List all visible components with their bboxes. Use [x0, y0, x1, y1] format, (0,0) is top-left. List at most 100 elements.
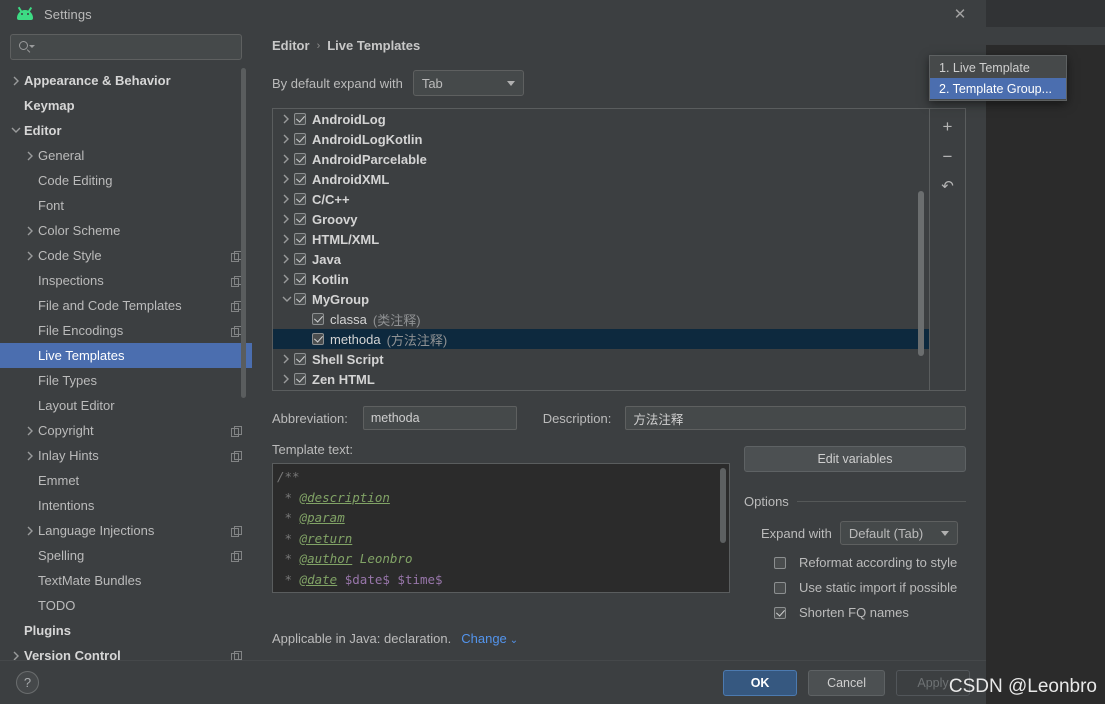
- chevron-right-icon[interactable]: [279, 374, 294, 384]
- template-checkbox[interactable]: [294, 373, 306, 385]
- chevron-right-icon[interactable]: [279, 234, 294, 244]
- chevron-right-icon[interactable]: [279, 194, 294, 204]
- checkbox[interactable]: [774, 556, 786, 569]
- sidebar-item-todo[interactable]: TODO: [0, 593, 252, 618]
- template-checkbox[interactable]: [294, 293, 306, 305]
- sidebar-item-keymap[interactable]: Keymap: [0, 93, 252, 118]
- chevron-down-icon[interactable]: [279, 296, 294, 303]
- sidebar-item-live-templates[interactable]: Live Templates: [0, 343, 252, 368]
- sidebar-item-inlay-hints[interactable]: Inlay Hints: [0, 443, 252, 468]
- template-row-c-c[interactable]: C/C++: [273, 189, 929, 209]
- breadcrumb-parent[interactable]: Editor: [272, 38, 310, 53]
- abbreviation-input[interactable]: methoda: [362, 406, 517, 430]
- close-icon[interactable]: ✕: [950, 4, 970, 24]
- ok-button[interactable]: OK: [723, 669, 798, 696]
- template-checkbox[interactable]: [294, 113, 306, 125]
- template-row-androidlog[interactable]: AndroidLog: [273, 109, 929, 129]
- search-field[interactable]: [10, 34, 242, 60]
- search-input[interactable]: [31, 40, 233, 54]
- template-checkbox[interactable]: [294, 233, 306, 245]
- sidebar-item-emmet[interactable]: Emmet: [0, 468, 252, 493]
- sidebar-item-general[interactable]: General: [0, 143, 252, 168]
- template-row-html-xml[interactable]: HTML/XML: [273, 229, 929, 249]
- cancel-button[interactable]: Cancel: [808, 669, 885, 696]
- sidebar-item-file-types[interactable]: File Types: [0, 368, 252, 393]
- sidebar-item-spelling[interactable]: Spelling: [0, 543, 252, 568]
- option-checkbox-reformat-according-to-style[interactable]: Reformat according to style: [744, 555, 966, 570]
- template-checkbox[interactable]: [312, 333, 324, 345]
- template-row-androidxml[interactable]: AndroidXML: [273, 169, 929, 189]
- sidebar-item-version-control[interactable]: Version Control: [0, 643, 252, 660]
- template-text-editor[interactable]: /** * @description * @param * @return * …: [272, 463, 730, 593]
- template-checkbox[interactable]: [294, 253, 306, 265]
- chevron-right-icon[interactable]: [279, 274, 294, 284]
- chevron-right-icon[interactable]: [22, 226, 38, 236]
- sidebar-item-layout-editor[interactable]: Layout Editor: [0, 393, 252, 418]
- chevron-right-icon[interactable]: [22, 251, 38, 261]
- checkbox[interactable]: [774, 581, 786, 594]
- template-tree-scrollbar-thumb[interactable]: [918, 191, 924, 356]
- chevron-right-icon[interactable]: [279, 354, 294, 364]
- template-row-shell-script[interactable]: Shell Script: [273, 349, 929, 369]
- add-template-button[interactable]: +: [934, 113, 962, 139]
- chevron-right-icon[interactable]: [22, 426, 38, 436]
- chevron-right-icon[interactable]: [279, 254, 294, 264]
- chevron-right-icon[interactable]: [279, 134, 294, 144]
- template-row-zen-html[interactable]: Zen HTML: [273, 369, 929, 389]
- option-checkbox-use-static-import-if-possible[interactable]: Use static import if possible: [744, 580, 966, 595]
- template-checkbox[interactable]: [294, 153, 306, 165]
- settings-tree[interactable]: Appearance & Behavior Keymap Editor General…: [0, 66, 252, 660]
- sidebar-scrollbar-track[interactable]: [241, 32, 249, 656]
- template-row-java[interactable]: Java: [273, 249, 929, 269]
- template-row-classa[interactable]: classa (类注释): [273, 309, 929, 329]
- sidebar-item-file-encodings[interactable]: File Encodings: [0, 318, 252, 343]
- sidebar-item-font[interactable]: Font: [0, 193, 252, 218]
- sidebar-item-file-and-code-templates[interactable]: File and Code Templates: [0, 293, 252, 318]
- chevron-right-icon[interactable]: [279, 214, 294, 224]
- sidebar-item-editor[interactable]: Editor: [0, 118, 252, 143]
- template-row-kotlin[interactable]: Kotlin: [273, 269, 929, 289]
- remove-template-button[interactable]: −: [934, 143, 962, 169]
- change-context-link[interactable]: Change ⌄: [461, 631, 518, 646]
- sidebar-item-textmate-bundles[interactable]: TextMate Bundles: [0, 568, 252, 593]
- default-expand-combo[interactable]: Tab: [412, 70, 524, 96]
- template-checkbox[interactable]: [312, 313, 324, 325]
- chevron-right-icon[interactable]: [8, 76, 24, 86]
- sidebar-item-language-injections[interactable]: Language Injections: [0, 518, 252, 543]
- menu-item-live-template[interactable]: 1. Live Template: [930, 57, 1066, 78]
- chevron-down-icon[interactable]: [8, 127, 24, 134]
- template-tree-scrollbar-track[interactable]: [918, 111, 927, 388]
- chevron-right-icon[interactable]: [279, 174, 294, 184]
- sidebar-item-intentions[interactable]: Intentions: [0, 493, 252, 518]
- chevron-right-icon[interactable]: [22, 451, 38, 461]
- template-row-mygroup[interactable]: MyGroup: [273, 289, 929, 309]
- sidebar-item-color-scheme[interactable]: Color Scheme: [0, 218, 252, 243]
- menu-item-template-group[interactable]: 2. Template Group...: [930, 78, 1066, 99]
- sidebar-scrollbar-thumb[interactable]: [241, 68, 246, 398]
- template-checkbox[interactable]: [294, 213, 306, 225]
- sidebar-item-appearance-behavior[interactable]: Appearance & Behavior: [0, 68, 252, 93]
- revert-template-button[interactable]: ↶: [934, 173, 962, 199]
- sidebar-item-inspections[interactable]: Inspections: [0, 268, 252, 293]
- template-checkbox[interactable]: [294, 273, 306, 285]
- option-expand-with-combo[interactable]: Default (Tab): [839, 521, 958, 545]
- template-text-scrollbar-thumb[interactable]: [720, 468, 726, 543]
- template-checkbox[interactable]: [294, 133, 306, 145]
- template-checkbox[interactable]: [294, 353, 306, 365]
- template-tree[interactable]: AndroidLog AndroidLogKotlin AndroidParcela…: [272, 108, 930, 391]
- chevron-right-icon[interactable]: [8, 651, 24, 661]
- checkbox[interactable]: [774, 606, 786, 619]
- chevron-right-icon[interactable]: [22, 151, 38, 161]
- template-checkbox[interactable]: [294, 173, 306, 185]
- option-checkbox-shorten-fq-names[interactable]: Shorten FQ names: [744, 605, 966, 620]
- template-row-methoda[interactable]: methoda (方法注释): [273, 329, 929, 349]
- sidebar-item-copyright[interactable]: Copyright: [0, 418, 252, 443]
- sidebar-item-plugins[interactable]: Plugins: [0, 618, 252, 643]
- sidebar-item-code-style[interactable]: Code Style: [0, 243, 252, 268]
- template-row-androidparcelable[interactable]: AndroidParcelable: [273, 149, 929, 169]
- chevron-right-icon[interactable]: [279, 154, 294, 164]
- description-input[interactable]: 方法注释: [625, 406, 966, 430]
- sidebar-item-code-editing[interactable]: Code Editing: [0, 168, 252, 193]
- template-row-groovy[interactable]: Groovy: [273, 209, 929, 229]
- help-button[interactable]: ?: [16, 671, 39, 694]
